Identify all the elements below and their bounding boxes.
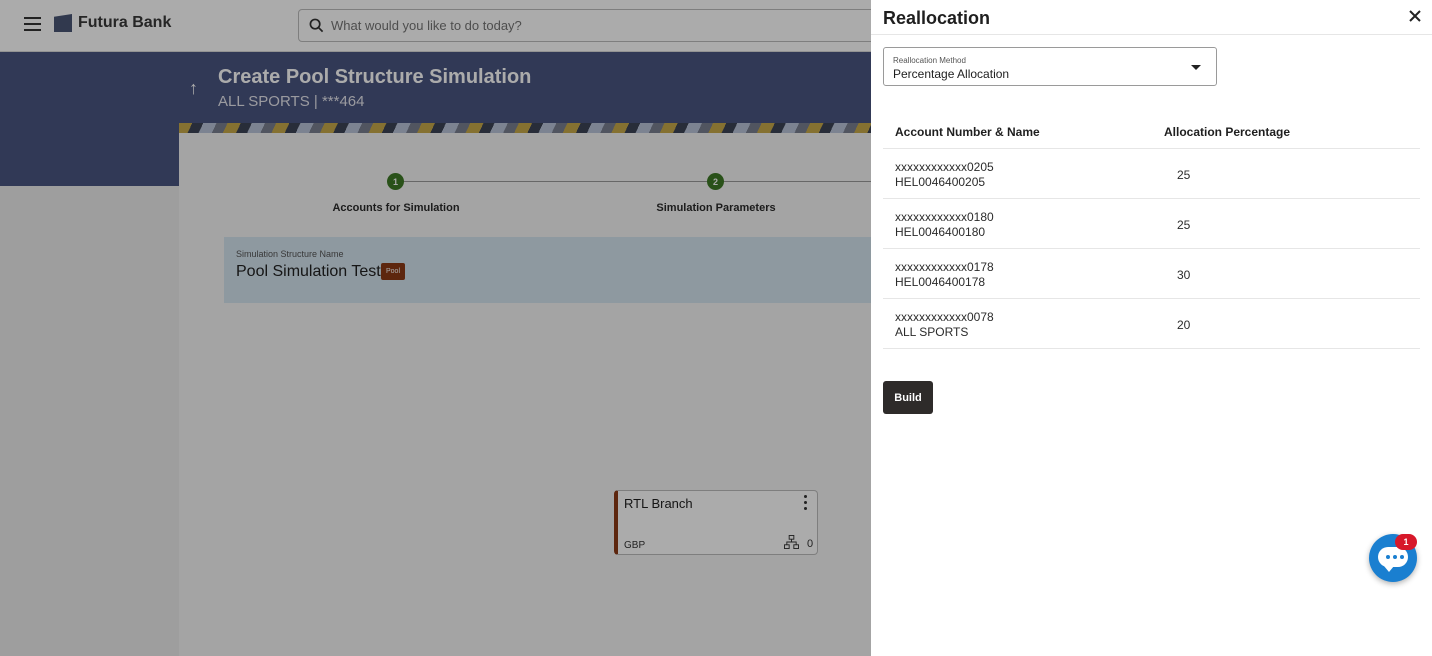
reallocation-method-select[interactable]: Reallocation Method Percentage Allocatio… [883, 47, 1217, 86]
allocation-percentage[interactable]: 30 [1177, 268, 1190, 282]
drawer-divider [871, 34, 1432, 35]
allocation-table: Account Number & Name Allocation Percent… [883, 114, 1420, 349]
account-number: xxxxxxxxxxxx0178 [895, 260, 994, 274]
chat-bubble-icon [1378, 547, 1408, 572]
account-number: xxxxxxxxxxxx0205 [895, 160, 994, 174]
table-row: xxxxxxxxxxxx0078 ALL SPORTS 20 [883, 299, 1420, 349]
allocation-percentage[interactable]: 25 [1177, 168, 1190, 182]
table-header: Account Number & Name Allocation Percent… [883, 114, 1420, 149]
account-name: HEL0046400178 [895, 275, 986, 289]
account-number: xxxxxxxxxxxx0180 [895, 210, 994, 224]
modal-overlay[interactable] [0, 0, 871, 656]
build-button[interactable]: Build [883, 381, 933, 414]
account-name: HEL0046400205 [895, 175, 986, 189]
chat-notification-badge: 1 [1395, 534, 1417, 550]
allocation-percentage[interactable]: 25 [1177, 218, 1190, 232]
reallocation-method-value: Percentage Allocation [893, 67, 1010, 81]
table-row: xxxxxxxxxxxx0205 HEL0046400205 25 [883, 149, 1420, 199]
table-row: xxxxxxxxxxxx0180 HEL0046400180 25 [883, 199, 1420, 249]
column-header-percentage: Allocation Percentage [1164, 125, 1291, 139]
allocation-percentage[interactable]: 20 [1177, 318, 1190, 332]
table-row: xxxxxxxxxxxx0178 HEL0046400178 30 [883, 249, 1420, 299]
close-icon[interactable] [1408, 9, 1422, 23]
drawer-title: Reallocation [883, 8, 991, 28]
chevron-down-icon [1191, 65, 1201, 70]
account-name: HEL0046400180 [895, 225, 986, 239]
column-header-account: Account Number & Name [895, 125, 1040, 139]
reallocation-drawer: Reallocation Reallocation Method Percent… [871, 0, 1432, 656]
account-name: ALL SPORTS [895, 325, 969, 339]
reallocation-method-label: Reallocation Method [893, 56, 966, 65]
account-number: xxxxxxxxxxxx0078 [895, 310, 994, 324]
